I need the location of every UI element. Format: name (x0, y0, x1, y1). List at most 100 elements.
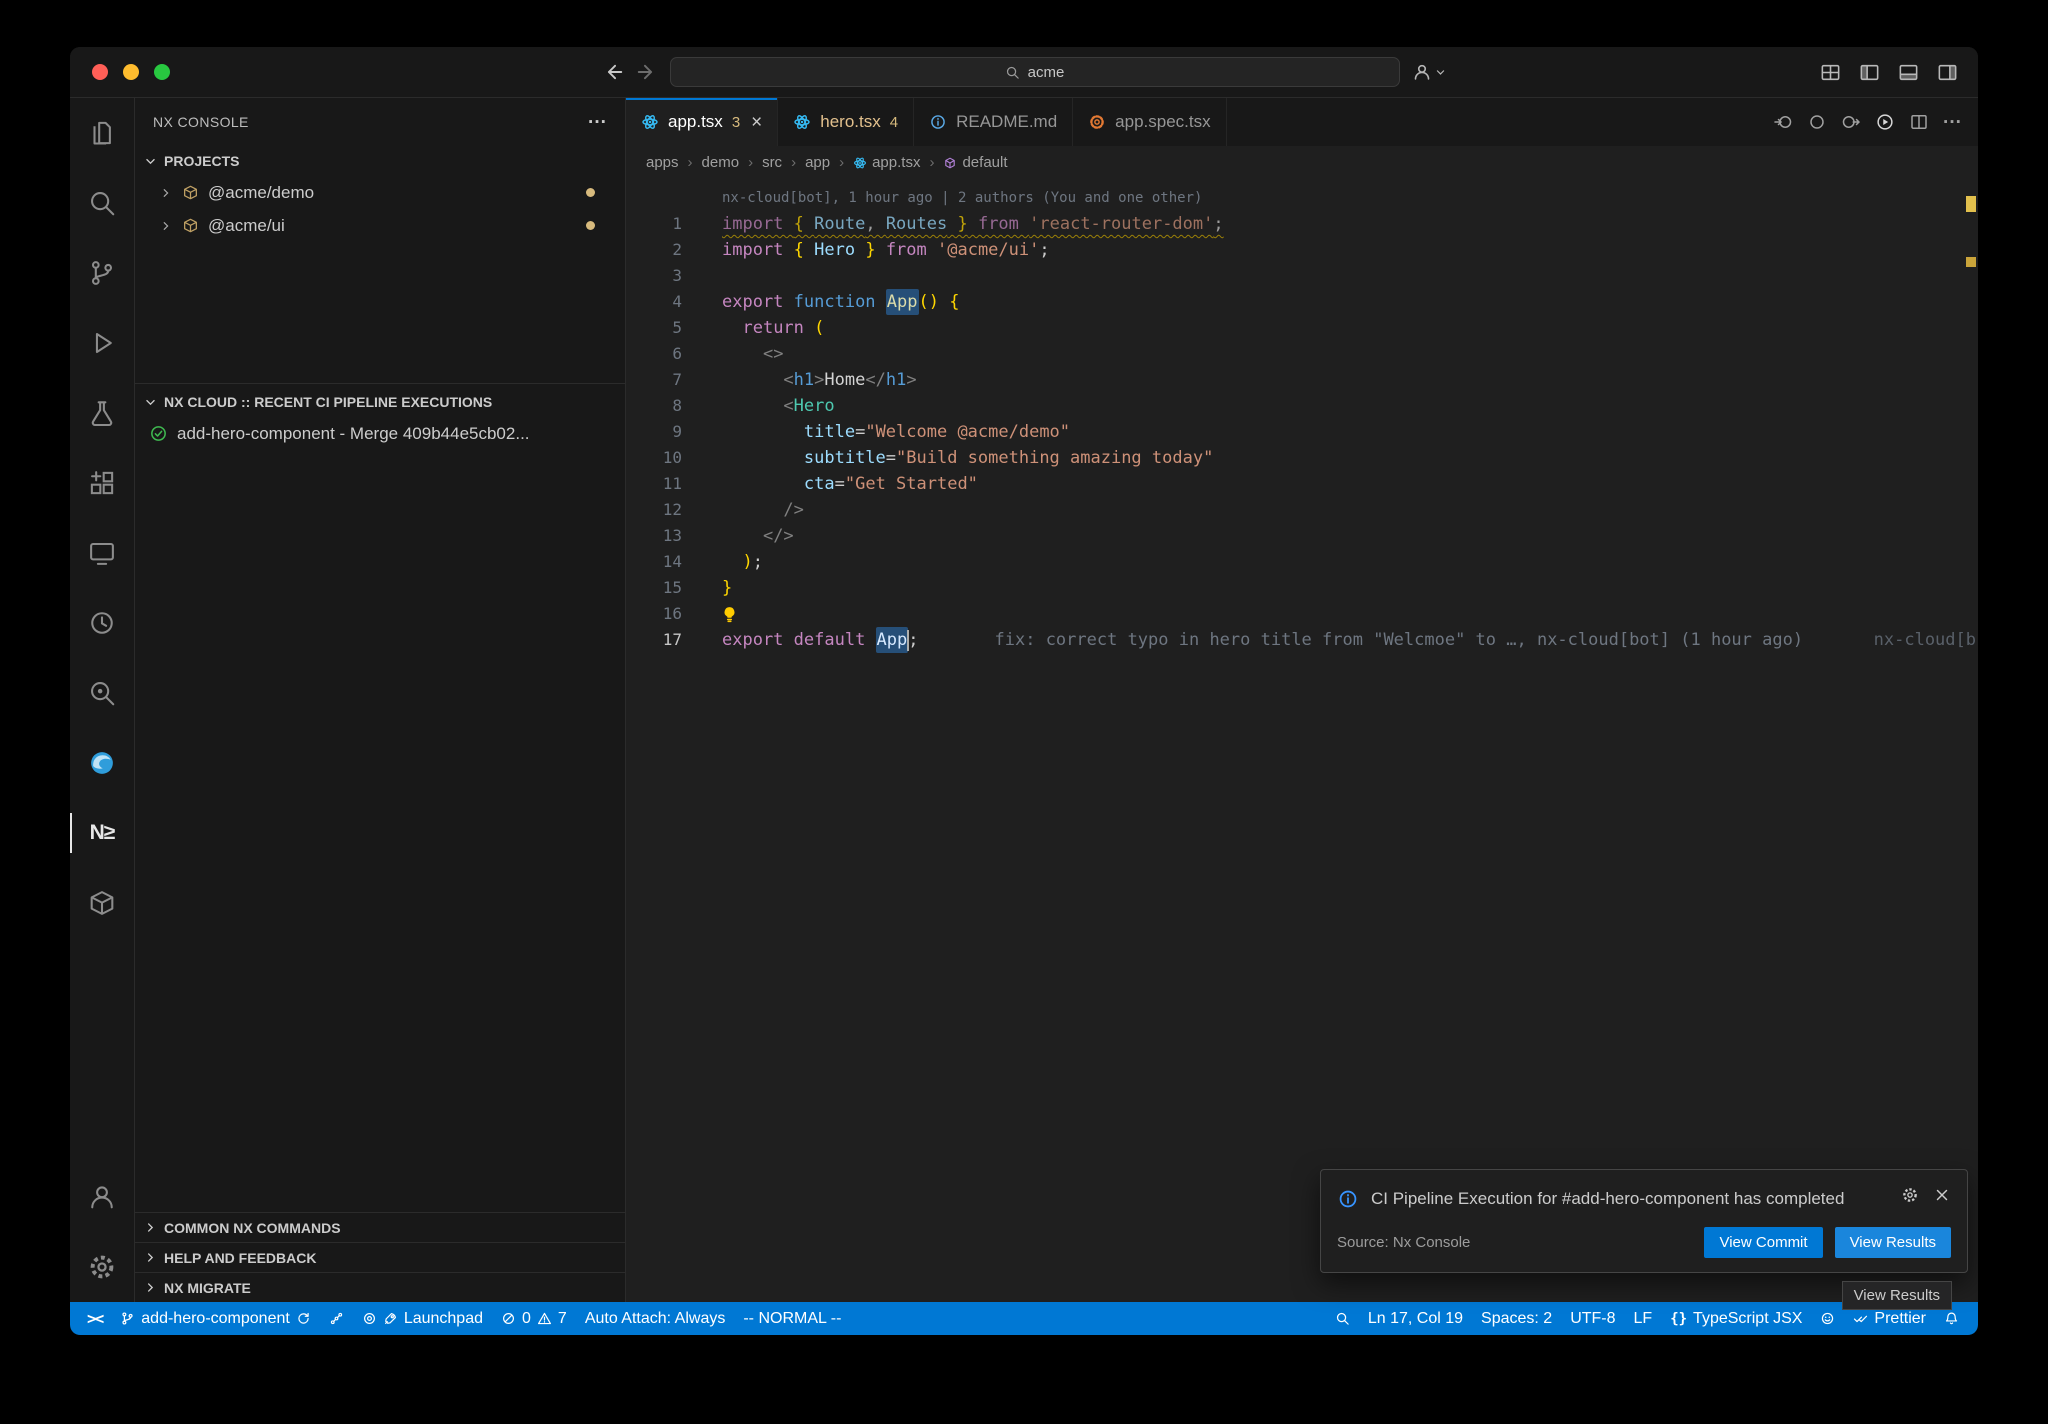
history-back-icon[interactable] (602, 61, 624, 83)
code-line[interactable]: 5 return ( (626, 315, 1978, 341)
accounts-menu[interactable] (1412, 62, 1447, 82)
code-line[interactable]: 8 <Hero (626, 393, 1978, 419)
statusbar-item-vim-mode[interactable]: -- NORMAL -- (734, 1302, 850, 1335)
sidebar-section-help-and-feedback[interactable]: HELP AND FEEDBACK (135, 1242, 625, 1272)
activity-item-search[interactable] (70, 168, 135, 238)
activity-item-remote-explorer[interactable] (70, 518, 135, 588)
command-center[interactable]: acme (670, 57, 1400, 87)
more-actions-icon[interactable]: ··· (1943, 113, 1962, 132)
statusbar-item-problems[interactable]: 07 (492, 1302, 576, 1335)
code-line[interactable]: 3 (626, 263, 1978, 289)
code-line[interactable]: 4export function App() { (626, 289, 1978, 315)
history-forward-icon[interactable] (636, 61, 658, 83)
breadcrumb-item-default[interactable]: default (943, 154, 1007, 171)
code-line[interactable]: 11 cta="Get Started" (626, 471, 1978, 497)
statusbar-item-indentation[interactable]: Spaces: 2 (1472, 1302, 1561, 1335)
maximize-window-button[interactable] (154, 64, 170, 80)
activity-item-run-debug[interactable] (70, 308, 135, 378)
section-header-label: COMMON NX COMMANDS (164, 1220, 341, 1236)
pipeline-execution-item[interactable]: add-hero-component - Merge 409b44e5cb02.… (135, 417, 625, 450)
statusbar-item-eol[interactable]: LF (1625, 1302, 1662, 1335)
statusbar-item-encoding[interactable]: UTF-8 (1561, 1302, 1624, 1335)
code-line[interactable]: 15} (626, 575, 1978, 601)
line-number: 10 (626, 445, 682, 471)
previous-change-icon[interactable] (1807, 112, 1827, 132)
breadcrumb-item-apps[interactable]: apps (646, 154, 679, 171)
tab-hero.tsx[interactable]: hero.tsx4 (778, 98, 914, 146)
tab-app.tsx[interactable]: app.tsx3× (626, 98, 778, 146)
breadcrumb-item-app[interactable]: app (805, 154, 830, 171)
code-editor[interactable]: nx-cloud[bot], 1 hour ago | 2 authors (Y… (626, 179, 1978, 1302)
code-line[interactable]: 16 (626, 601, 1978, 627)
code-line[interactable]: 10 subtitle="Build something amazing tod… (626, 445, 1978, 471)
sync-icon (296, 1311, 311, 1326)
activity-item-testing[interactable] (70, 378, 135, 448)
code-line[interactable]: 14 ); (626, 549, 1978, 575)
project-item-@acme/ui[interactable]: @acme/ui (135, 209, 625, 242)
close-window-button[interactable] (92, 64, 108, 80)
activity-item-settings[interactable] (70, 1232, 135, 1302)
more-actions-icon[interactable] (588, 113, 607, 132)
nx-cloud-section-header[interactable]: NX CLOUD :: RECENT CI PIPELINE EXECUTION… (135, 387, 625, 417)
statusbar-item-auto-attach[interactable]: Auto Attach: Always (576, 1302, 735, 1335)
project-item-@acme/demo[interactable]: @acme/demo (135, 176, 625, 209)
lightbulb-icon[interactable] (720, 605, 739, 624)
close-icon[interactable] (1933, 1186, 1951, 1204)
activity-item-source-control[interactable] (70, 238, 135, 308)
code-line[interactable]: 7 <h1>Home</h1> (626, 367, 1978, 393)
breadcrumb-item-demo[interactable]: demo (702, 154, 740, 171)
sidebar-section-nx-migrate[interactable]: NX MIGRATE (135, 1272, 625, 1302)
search-icon (87, 188, 117, 218)
code-line[interactable]: 9 title="Welcome @acme/demo" (626, 419, 1978, 445)
view-results-button[interactable]: View Results (1835, 1227, 1951, 1258)
statusbar-item-language-mode[interactable]: {}TypeScript JSX (1661, 1302, 1811, 1335)
projects-section-header[interactable]: PROJECTS (135, 146, 625, 176)
next-change-icon[interactable] (1841, 112, 1861, 132)
statusbar-left: ><add-hero-component Launchpad07Auto Atta… (70, 1302, 850, 1335)
activity-item-extensions[interactable] (70, 448, 135, 518)
statusbar-item-zoom[interactable] (1326, 1302, 1359, 1335)
tab-bar: app.tsx3×hero.tsx4README.mdapp.spec.tsx … (626, 98, 1978, 146)
toggle-sidebar-icon[interactable] (1859, 62, 1880, 83)
activity-item-accounts[interactable] (70, 1162, 135, 1232)
code-line[interactable]: 1import { Route, Routes } from 'react-ro… (626, 211, 1978, 237)
activity-item-nx-console[interactable]: N≥ (70, 798, 135, 868)
sidebar-section-common-nx-commands[interactable]: COMMON NX COMMANDS (135, 1212, 625, 1242)
smiley-icon (1820, 1311, 1835, 1326)
statusbar-item-git-branch[interactable]: add-hero-component (111, 1302, 320, 1335)
code-line[interactable]: 12 /> (626, 497, 1978, 523)
customize-layout-icon[interactable] (1820, 62, 1841, 83)
breadcrumb-item-app.tsx[interactable]: app.tsx (853, 154, 920, 171)
code-line[interactable]: 6 <> (626, 341, 1978, 367)
statusbar-item-gitlens-launchpad[interactable]: Launchpad (353, 1302, 492, 1335)
code-line[interactable]: 2import { Hero } from '@acme/ui'; (626, 237, 1978, 263)
tab-close-icon[interactable]: × (751, 113, 762, 132)
view-commit-button[interactable]: View Commit (1704, 1227, 1822, 1258)
tab-app.spec.tsx[interactable]: app.spec.tsx (1073, 98, 1226, 146)
tab-problems-badge: 3 (732, 114, 740, 131)
minimize-window-button[interactable] (123, 64, 139, 80)
toggle-panel-icon[interactable] (1898, 62, 1919, 83)
vscode-window: acme N≥ (70, 47, 1978, 1335)
clipped-blame-text: nx-cloud[b (1874, 627, 1976, 653)
statusbar-item-cursor-position[interactable]: Ln 17, Col 19 (1359, 1302, 1472, 1335)
code-line[interactable]: 13 </> (626, 523, 1978, 549)
activity-item-explorer[interactable] (70, 98, 135, 168)
activity-item-code-search[interactable] (70, 658, 135, 728)
project-package-icon (182, 184, 199, 201)
container-cube-icon (87, 888, 117, 918)
statusbar-item-commit-graph[interactable] (320, 1302, 353, 1335)
split-editor-icon[interactable] (1909, 112, 1929, 132)
open-changes-icon[interactable] (1773, 112, 1793, 132)
activity-item-containers[interactable] (70, 868, 135, 938)
tab-README.md[interactable]: README.md (914, 98, 1073, 146)
activity-item-history[interactable] (70, 588, 135, 658)
run-file-icon[interactable] (1875, 112, 1895, 132)
breadcrumb-item-src[interactable]: src (762, 154, 782, 171)
statusbar-item-feedback[interactable] (1811, 1302, 1844, 1335)
toggle-secondary-sidebar-icon[interactable] (1937, 62, 1958, 83)
statusbar-item-remote[interactable]: >< (78, 1302, 111, 1335)
notification-settings-gear-icon[interactable] (1901, 1186, 1919, 1204)
activity-item-edge-devtools[interactable] (70, 728, 135, 798)
code-line[interactable]: 17export default App;fix: correct typo i… (626, 627, 1978, 653)
